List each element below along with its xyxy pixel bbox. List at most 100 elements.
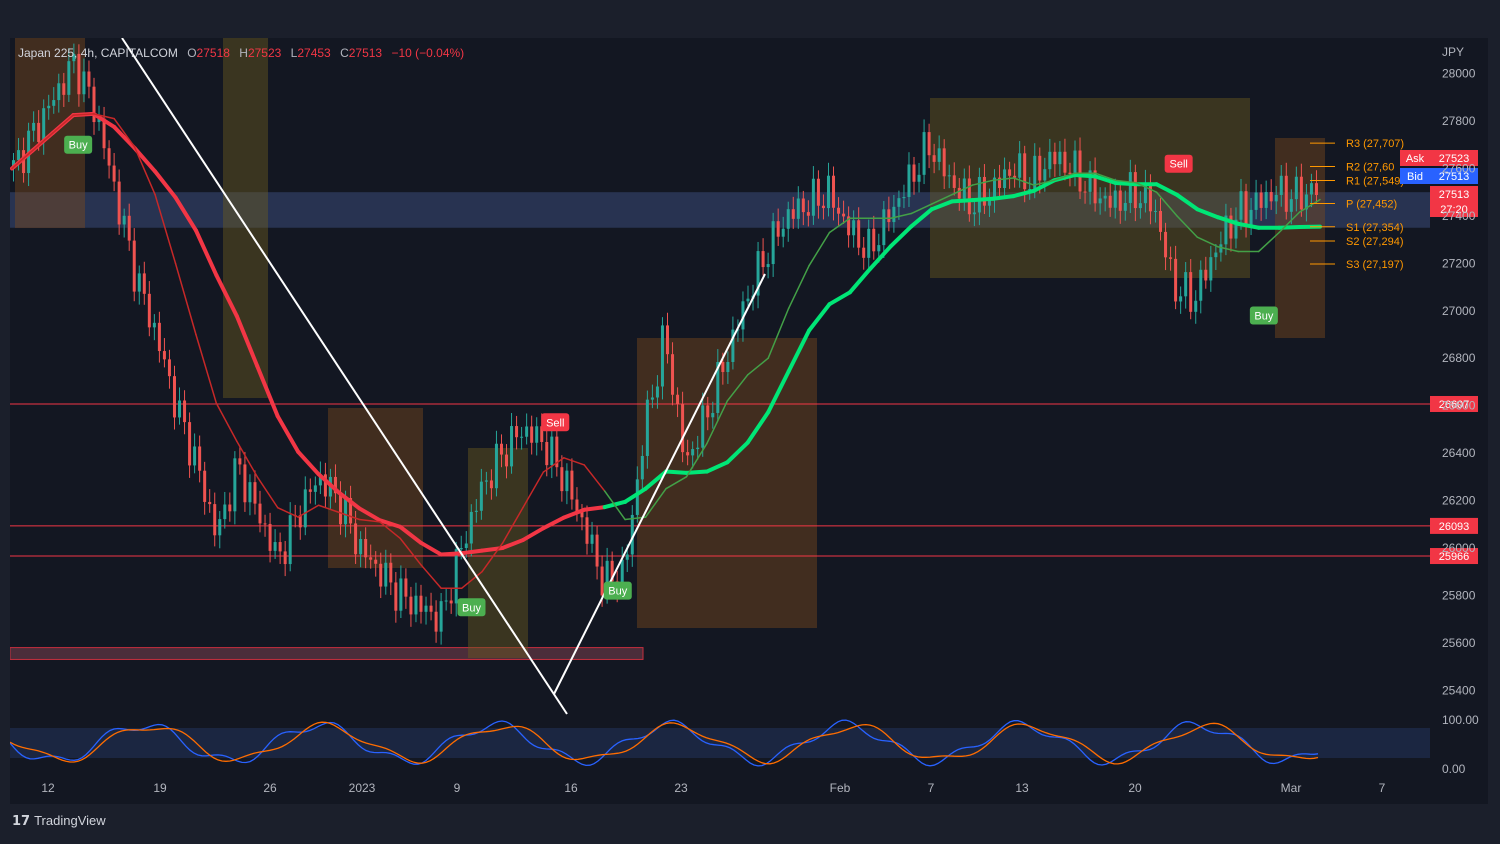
candle-body bbox=[1053, 151, 1057, 165]
y-tick-label: 26800 bbox=[1442, 351, 1476, 365]
candle-body bbox=[313, 485, 317, 492]
candle-body bbox=[1299, 176, 1303, 210]
candle-body bbox=[464, 543, 468, 549]
ma-fast bbox=[195, 333, 218, 405]
ma-slow bbox=[664, 469, 689, 475]
oscillator-tick: 100.00 bbox=[1442, 713, 1479, 727]
quote-tag-label: Bid bbox=[1407, 171, 1423, 183]
candle-body bbox=[67, 61, 71, 95]
candle-body bbox=[1078, 150, 1082, 192]
brand-label: TradingView bbox=[34, 813, 106, 828]
y-tick-label: 26200 bbox=[1442, 494, 1476, 508]
candle-body bbox=[746, 298, 750, 302]
y-tick-label: 25400 bbox=[1442, 683, 1476, 697]
candle-body bbox=[927, 132, 931, 156]
candle-body bbox=[1008, 169, 1012, 176]
candle-body bbox=[786, 209, 790, 229]
candle-body bbox=[867, 228, 871, 258]
close-label: C bbox=[340, 46, 349, 60]
candle-body bbox=[494, 443, 498, 489]
candle-body bbox=[364, 538, 368, 558]
candle-body bbox=[32, 122, 36, 131]
candle-body bbox=[359, 538, 363, 555]
x-tick-label: 7 bbox=[1379, 781, 1386, 795]
candle-body bbox=[82, 71, 86, 95]
candle-body bbox=[414, 595, 418, 615]
candle-body bbox=[585, 517, 589, 544]
x-tick-label: 7 bbox=[928, 781, 935, 795]
symbol-header: Japan 225, 4h, CAPITALCOM O27518 H27523 … bbox=[18, 46, 470, 60]
candle-body bbox=[258, 503, 262, 524]
pivot-label: S1 (27,354) bbox=[1346, 222, 1403, 234]
candle-body bbox=[645, 399, 649, 456]
candle-body bbox=[369, 557, 373, 560]
tradingview-logo[interactable]: 17 TradingView bbox=[12, 813, 106, 829]
candle-body bbox=[479, 481, 483, 511]
x-tick-label: 12 bbox=[41, 781, 55, 795]
candle-body bbox=[409, 596, 413, 615]
candle-body bbox=[147, 293, 151, 328]
candle-body bbox=[967, 178, 971, 215]
candle-body bbox=[193, 446, 197, 466]
price-chart[interactable]: 266072609325966 R3 (27,707)R2 (27,60R1 (… bbox=[10, 38, 1488, 804]
candle-body bbox=[600, 566, 604, 596]
candle-body bbox=[897, 198, 901, 207]
candle-body bbox=[344, 497, 348, 525]
candle-body bbox=[459, 548, 463, 550]
candle-body bbox=[172, 376, 176, 418]
candle-body bbox=[635, 479, 639, 515]
low-value: 27453 bbox=[297, 46, 331, 60]
candle-body bbox=[1284, 175, 1288, 212]
candle-body bbox=[233, 458, 237, 512]
candle-body bbox=[525, 426, 529, 437]
candle-body bbox=[862, 247, 866, 258]
candle-body bbox=[273, 542, 277, 551]
candle-body bbox=[937, 148, 941, 162]
candle-body bbox=[771, 221, 775, 265]
candle-body bbox=[419, 595, 423, 612]
candle-body bbox=[424, 605, 428, 612]
ma-slow bbox=[1072, 173, 1098, 179]
candle-body bbox=[1294, 176, 1298, 200]
candle-body bbox=[520, 436, 524, 438]
candle-body bbox=[696, 447, 700, 450]
candle-body bbox=[942, 148, 946, 177]
candle-body bbox=[972, 212, 976, 215]
session-box bbox=[223, 38, 268, 398]
symbol-name[interactable]: Japan 225, 4h, CAPITALCOM bbox=[18, 46, 178, 60]
candle-body bbox=[1133, 172, 1137, 209]
chart-panel[interactable]: 26607 26093 25966 R3 (27,707) R2 (27,60 R1 (… bbox=[10, 38, 1488, 804]
ma-slow bbox=[827, 290, 852, 307]
candle-body bbox=[429, 605, 433, 612]
candle-body bbox=[1063, 151, 1067, 173]
candle-body bbox=[238, 458, 242, 465]
candle-body bbox=[283, 551, 287, 565]
candle-body bbox=[1103, 195, 1107, 199]
candle-body bbox=[263, 523, 267, 525]
candle-body bbox=[726, 362, 730, 373]
candle-body bbox=[535, 426, 539, 443]
candle-body bbox=[404, 578, 408, 597]
candle-body bbox=[268, 523, 272, 551]
candle-body bbox=[203, 470, 207, 502]
ma-fast bbox=[297, 504, 320, 518]
y-tick-label: 26400 bbox=[1442, 446, 1476, 460]
candle-body bbox=[877, 245, 881, 252]
candle-body bbox=[1058, 151, 1062, 165]
high-value: 27523 bbox=[247, 46, 282, 60]
x-tick-label: 26 bbox=[263, 781, 277, 795]
candle-body bbox=[650, 397, 654, 400]
candle-body bbox=[676, 394, 680, 405]
candle-body bbox=[1038, 155, 1042, 181]
level-tag-label: 26093 bbox=[1439, 521, 1470, 533]
y-tick-label: 25600 bbox=[1442, 636, 1476, 650]
candle-body bbox=[852, 220, 856, 236]
x-tick-label: Mar bbox=[1281, 781, 1302, 795]
candle-body bbox=[550, 436, 554, 466]
candle-body bbox=[811, 178, 815, 216]
candle-body bbox=[384, 562, 388, 587]
support-zone bbox=[10, 647, 644, 660]
y-tick-label: 27600 bbox=[1442, 161, 1476, 175]
candle-body bbox=[1018, 153, 1022, 178]
candle-body bbox=[816, 178, 820, 206]
